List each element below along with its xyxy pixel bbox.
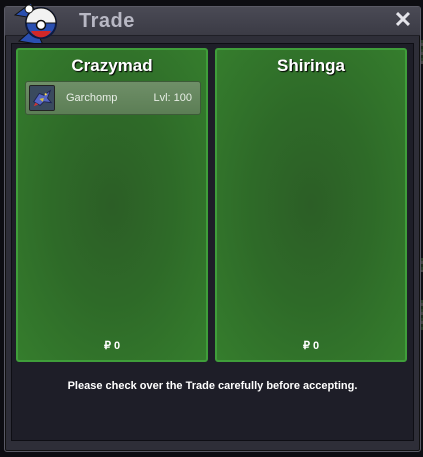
pokemon-level: Lvl: 100	[153, 92, 192, 104]
trade-notice: Please check over the Trade carefully be…	[67, 380, 358, 392]
money-amount: ₽0	[18, 339, 206, 352]
money-value: 0	[113, 340, 121, 352]
money-symbol: ₽	[103, 340, 111, 352]
pokemon-name: Garchomp	[66, 92, 118, 104]
close-icon[interactable]: ✕	[393, 9, 413, 31]
player-offer-panel-left: Crazymad Garchomp Lvl: 100 ₽0	[16, 48, 208, 362]
trade-window: Trade ✕ Crazymad Garchomp Lvl: 100 ₽ 0 S…	[4, 2, 421, 452]
garchomp-sprite-icon	[29, 85, 55, 111]
pokeball-logo-icon	[13, 2, 57, 46]
player-offer-panel-right: Shiringa ₽0	[215, 48, 407, 362]
trade-content: Crazymad Garchomp Lvl: 100 ₽0 Shiringa ₽…	[11, 43, 414, 441]
money-value: 0	[312, 340, 320, 352]
window-title: Trade	[79, 10, 135, 32]
player-name: Crazymad	[71, 56, 153, 75]
money-symbol: ₽	[302, 340, 310, 352]
money-amount: ₽0	[217, 339, 405, 352]
pokemon-slot[interactable]: Garchomp Lvl: 100	[25, 81, 201, 115]
player-name: Shiringa	[276, 56, 345, 75]
